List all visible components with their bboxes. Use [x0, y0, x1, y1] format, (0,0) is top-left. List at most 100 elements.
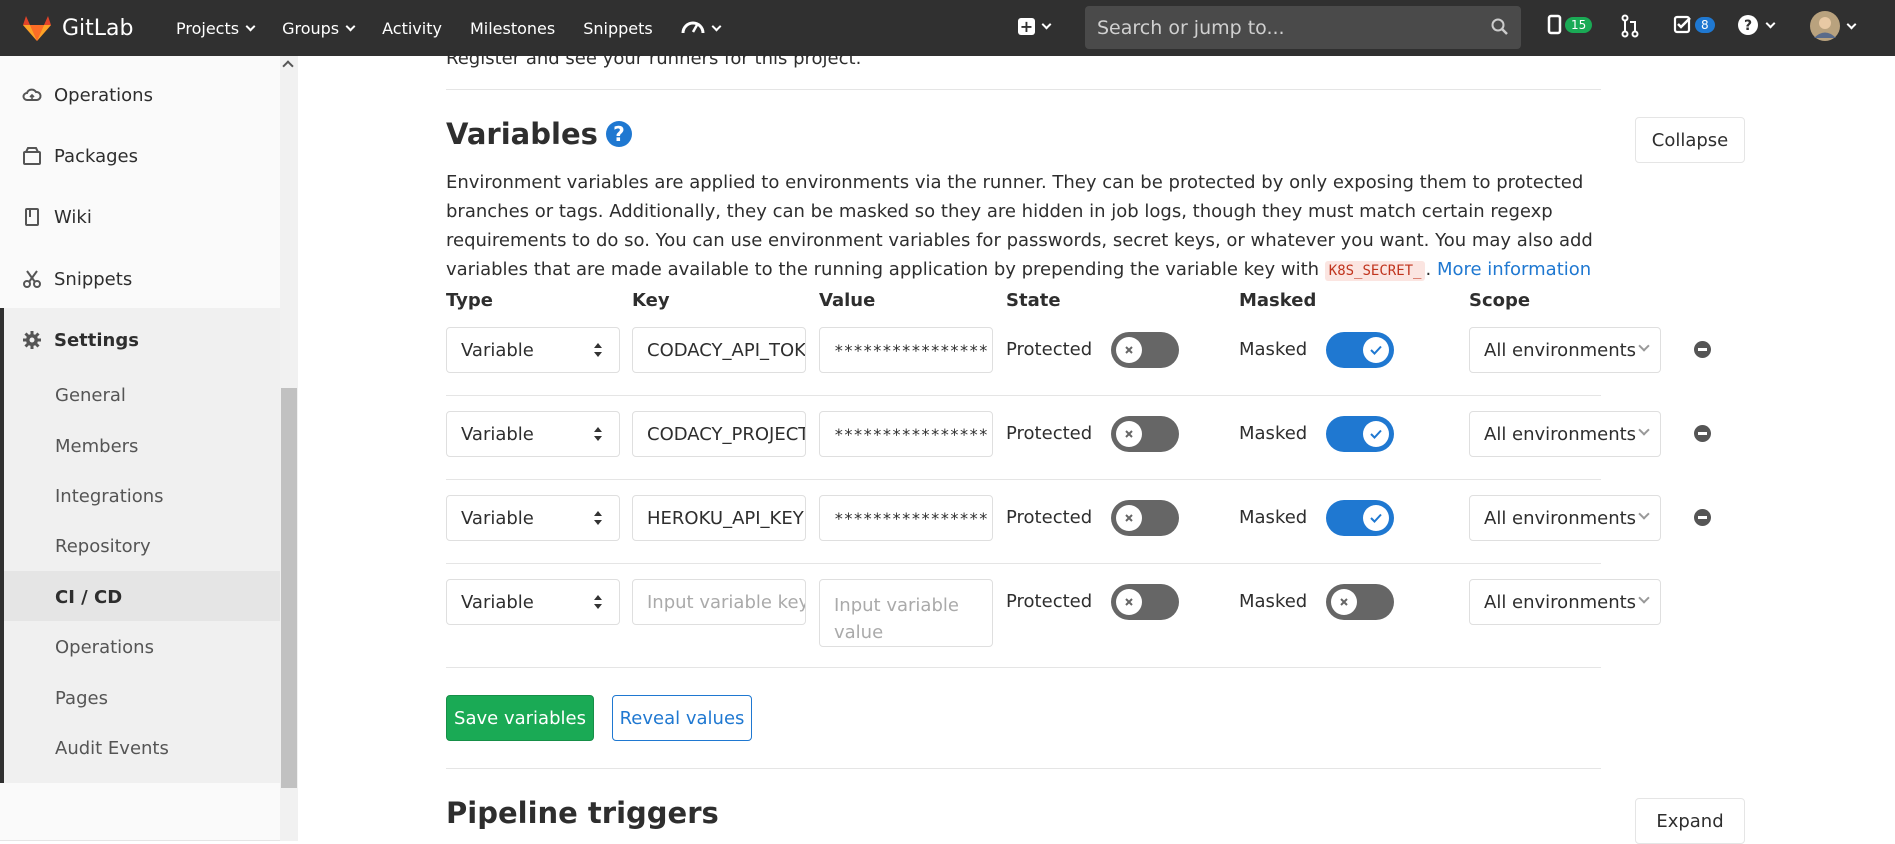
type-select[interactable]: Variable: [446, 411, 620, 457]
variables-description: Environment variables are applied to env…: [446, 172, 1593, 281]
more-information-link[interactable]: More information: [1437, 259, 1591, 280]
nav-milestones[interactable]: Milestones: [470, 19, 555, 38]
gear-icon: [23, 331, 41, 349]
protected-toggle[interactable]: [1111, 584, 1179, 620]
protected-toggle[interactable]: [1111, 332, 1179, 368]
merge-requests-link[interactable]: [1620, 14, 1640, 38]
type-select[interactable]: Variable: [446, 495, 620, 541]
chevron-down-icon: [1846, 19, 1857, 29]
chevron-down-icon: [1638, 424, 1650, 436]
masked-toggle[interactable]: [1326, 332, 1394, 368]
column-header-state: State: [1006, 290, 1061, 311]
check-icon: [1363, 505, 1389, 531]
nav-snippets[interactable]: Snippets: [583, 19, 653, 38]
sidebar-item-operations[interactable]: Operations: [0, 71, 280, 119]
chevron-down-icon: [345, 21, 356, 31]
chevron-down-icon: [1765, 18, 1776, 28]
row-divider: [446, 479, 1601, 480]
value-textarea[interactable]: Input variable value: [819, 579, 993, 647]
scope-select[interactable]: All environments: [1469, 411, 1661, 457]
value-input[interactable]: ****************: [819, 495, 993, 541]
scope-select[interactable]: All environments: [1469, 579, 1661, 625]
type-select[interactable]: Variable: [446, 579, 620, 625]
sidebar-sub-audit-events[interactable]: Audit Events: [55, 738, 169, 759]
expand-button[interactable]: Expand: [1635, 798, 1745, 844]
chevron-down-icon: [1638, 592, 1650, 604]
main-content: Register and see your runners for this p…: [298, 48, 1895, 844]
sidebar-item-settings[interactable]: Settings: [0, 316, 280, 364]
select-updown-icon: [594, 343, 602, 357]
sidebar-scrollbar-thumb[interactable]: [281, 388, 297, 788]
protected-toggle[interactable]: [1111, 500, 1179, 536]
search-input[interactable]: Search or jump to...: [1085, 6, 1521, 49]
todos-link[interactable]: 8: [1673, 14, 1715, 36]
chevron-down-icon: [711, 21, 722, 31]
masked-toggle[interactable]: [1326, 584, 1394, 620]
variable-row: Variable CODACY_API_TOKEN **************…: [446, 327, 1746, 411]
protected-toggle[interactable]: [1111, 416, 1179, 452]
masked-toggle[interactable]: [1326, 500, 1394, 536]
save-variables-button[interactable]: Save variables: [446, 695, 594, 741]
top-navbar: GitLab Projects Groups Activity Mileston…: [0, 0, 1895, 56]
sidebar-item-packages[interactable]: Packages: [0, 132, 280, 180]
performance-dropdown[interactable]: [681, 17, 722, 39]
sidebar-sub-pages[interactable]: Pages: [55, 688, 108, 709]
todo-check-icon: [1673, 15, 1691, 34]
sidebar-sub-repository[interactable]: Repository: [55, 536, 151, 557]
value-input[interactable]: ****************: [819, 327, 993, 373]
issues-link[interactable]: 15: [1547, 14, 1593, 36]
remove-variable-icon[interactable]: [1694, 509, 1711, 526]
nav-projects[interactable]: Projects: [176, 19, 256, 38]
chevron-down-icon: [1041, 19, 1052, 30]
new-variable-row: Variable Input variable key Input variab…: [446, 579, 1746, 663]
remove-variable-icon[interactable]: [1694, 341, 1711, 358]
key-input[interactable]: CODACY_PROJECT_TOKEN: [632, 411, 806, 457]
user-menu[interactable]: [1810, 11, 1857, 41]
gitlab-logo-link[interactable]: GitLab: [22, 14, 172, 42]
column-header-type: Type: [446, 290, 493, 311]
check-icon: [1363, 421, 1389, 447]
key-input[interactable]: HEROKU_API_KEY: [632, 495, 806, 541]
scope-select[interactable]: All environments: [1469, 327, 1661, 373]
key-input[interactable]: Input variable key: [632, 579, 806, 625]
nav-activity[interactable]: Activity: [382, 19, 442, 38]
merge-request-icon: [1621, 14, 1639, 38]
sidebar-sub-operations[interactable]: Operations: [55, 637, 154, 658]
sidebar-item-snippets[interactable]: Snippets: [0, 255, 280, 303]
reveal-values-button[interactable]: Reveal values: [612, 695, 752, 741]
type-select[interactable]: Variable: [446, 327, 620, 373]
svg-text:?: ?: [1744, 18, 1752, 34]
book-icon: [25, 208, 39, 226]
section-divider: [446, 89, 1601, 90]
sidebar-item-wiki[interactable]: Wiki: [0, 193, 280, 241]
masked-label: Masked: [1239, 507, 1308, 528]
chevron-down-icon: [1638, 340, 1650, 352]
variables-section-title: Variables ?: [446, 117, 632, 151]
sidebar-sub-cicd[interactable]: CI / CD: [55, 587, 122, 608]
masked-toggle[interactable]: [1326, 416, 1394, 452]
k8s-secret-code: K8S_SECRET_: [1324, 261, 1426, 281]
nav-groups[interactable]: Groups: [282, 19, 356, 38]
row-divider: [446, 563, 1601, 564]
scope-select[interactable]: All environments: [1469, 495, 1661, 541]
column-header-key: Key: [632, 290, 670, 311]
active-item-highlight: [4, 571, 280, 621]
value-input[interactable]: ****************: [819, 411, 993, 457]
check-icon: [1363, 337, 1389, 363]
remove-variable-icon[interactable]: [1694, 425, 1711, 442]
help-question-icon[interactable]: ?: [605, 121, 632, 147]
row-divider: [446, 667, 1601, 668]
brand-name: GitLab: [62, 15, 134, 41]
collapse-button[interactable]: Collapse: [1635, 117, 1745, 163]
todos-count-badge: 8: [1695, 17, 1715, 33]
issues-count-badge: 15: [1565, 17, 1593, 33]
column-header-masked: Masked: [1239, 290, 1317, 311]
new-item-dropdown[interactable]: +: [1018, 18, 1052, 35]
key-input[interactable]: CODACY_API_TOKEN: [632, 327, 806, 373]
sidebar-sub-general[interactable]: General: [55, 385, 126, 406]
sidebar-sub-integrations[interactable]: Integrations: [55, 486, 164, 507]
sidebar-sub-members[interactable]: Members: [55, 436, 138, 457]
project-sidebar: Operations Packages Wiki Snippets Settin…: [0, 56, 298, 841]
help-dropdown[interactable]: ?: [1737, 14, 1776, 36]
gauge-icon: [681, 21, 705, 34]
